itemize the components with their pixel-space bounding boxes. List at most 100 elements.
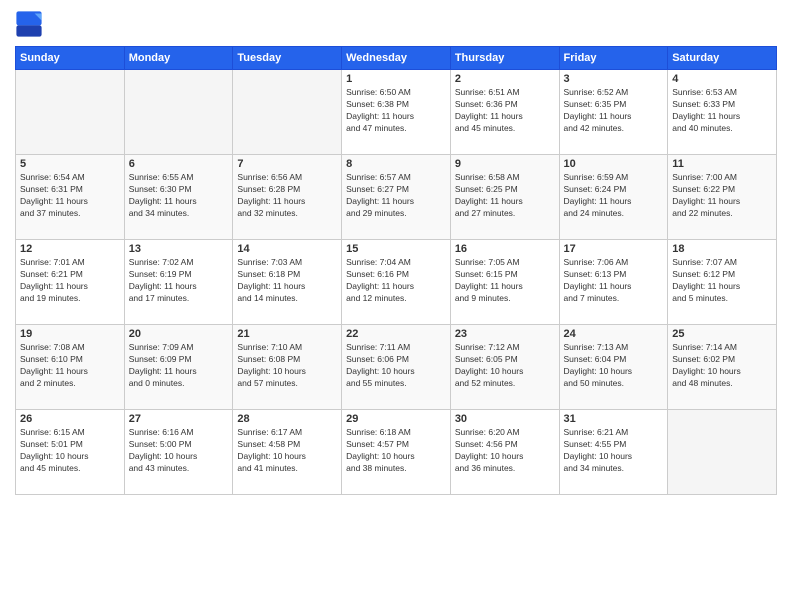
day-info: Sunrise: 6:58 AM Sunset: 6:25 PM Dayligh… <box>455 172 555 220</box>
calendar-cell: 18 Sunrise: 7:07 AM Sunset: 6:12 PM Dayli… <box>668 240 777 325</box>
calendar-cell: 1Sunrise: 6:50 AM Sunset: 6:38 PM Daylig… <box>342 70 451 155</box>
day-number: 6 <box>129 158 229 170</box>
day-number: 3 <box>564 73 664 85</box>
day-info: Sunrise: 6:21 AM Sunset: 4:55 PM Dayligh… <box>564 427 664 475</box>
calendar-cell: 20 Sunrise: 7:09 AM Sunset: 6:09 PM Dayli… <box>124 325 233 410</box>
weekday-header-saturday: Saturday <box>668 47 777 70</box>
calendar-table: SundayMondayTuesdayWednesdayThursdayFrid… <box>15 46 777 495</box>
calendar-cell <box>668 410 777 495</box>
day-info: Sunrise: 6:16 AM Sunset: 5:00 PM Dayligh… <box>129 427 229 475</box>
logo-icon <box>15 10 43 38</box>
day-number: 28 <box>237 413 337 425</box>
calendar-cell: 6Sunrise: 6:55 AM Sunset: 6:30 PM Daylig… <box>124 155 233 240</box>
day-info: Sunrise: 7:07 AM Sunset: 6:12 PM Dayligh… <box>672 257 772 305</box>
day-number: 2 <box>455 73 555 85</box>
day-number: 20 <box>129 328 229 340</box>
calendar-cell: 4Sunrise: 6:53 AM Sunset: 6:33 PM Daylig… <box>668 70 777 155</box>
logo <box>15 10 47 38</box>
day-number: 17 <box>564 243 664 255</box>
day-number: 8 <box>346 158 446 170</box>
day-number: 1 <box>346 73 446 85</box>
calendar-cell: 24 Sunrise: 7:13 AM Sunset: 6:04 PM Dayli… <box>559 325 668 410</box>
day-info: Sunrise: 6:18 AM Sunset: 4:57 PM Dayligh… <box>346 427 446 475</box>
calendar-cell: 10 Sunrise: 6:59 AM Sunset: 6:24 PM Dayli… <box>559 155 668 240</box>
day-info: Sunrise: 7:09 AM Sunset: 6:09 PM Dayligh… <box>129 342 229 390</box>
day-info: Sunrise: 7:14 AM Sunset: 6:02 PM Dayligh… <box>672 342 772 390</box>
weekday-header-sunday: Sunday <box>16 47 125 70</box>
day-info: Sunrise: 6:52 AM Sunset: 6:35 PM Dayligh… <box>564 87 664 135</box>
calendar-week-3: 19 Sunrise: 7:08 AM Sunset: 6:10 PM Dayli… <box>16 325 777 410</box>
calendar-cell: 9Sunrise: 6:58 AM Sunset: 6:25 PM Daylig… <box>450 155 559 240</box>
day-info: Sunrise: 7:10 AM Sunset: 6:08 PM Dayligh… <box>237 342 337 390</box>
calendar-cell: 2Sunrise: 6:51 AM Sunset: 6:36 PM Daylig… <box>450 70 559 155</box>
calendar-cell: 11 Sunrise: 7:00 AM Sunset: 6:22 PM Dayli… <box>668 155 777 240</box>
day-info: Sunrise: 7:02 AM Sunset: 6:19 PM Dayligh… <box>129 257 229 305</box>
day-info: Sunrise: 7:12 AM Sunset: 6:05 PM Dayligh… <box>455 342 555 390</box>
day-number: 31 <box>564 413 664 425</box>
calendar-cell: 21Sunrise: 7:10 AM Sunset: 6:08 PM Dayli… <box>233 325 342 410</box>
day-number: 19 <box>20 328 120 340</box>
day-number: 15 <box>346 243 446 255</box>
day-info: Sunrise: 7:03 AM Sunset: 6:18 PM Dayligh… <box>237 257 337 305</box>
day-number: 22 <box>346 328 446 340</box>
day-info: Sunrise: 6:20 AM Sunset: 4:56 PM Dayligh… <box>455 427 555 475</box>
calendar-cell: 16 Sunrise: 7:05 AM Sunset: 6:15 PM Dayli… <box>450 240 559 325</box>
calendar-cell: 3 Sunrise: 6:52 AM Sunset: 6:35 PM Daylig… <box>559 70 668 155</box>
day-number: 29 <box>346 413 446 425</box>
calendar-cell: 13 Sunrise: 7:02 AM Sunset: 6:19 PM Dayli… <box>124 240 233 325</box>
calendar-week-4: 26Sunrise: 6:15 AM Sunset: 5:01 PM Dayli… <box>16 410 777 495</box>
day-info: Sunrise: 6:57 AM Sunset: 6:27 PM Dayligh… <box>346 172 446 220</box>
day-number: 30 <box>455 413 555 425</box>
day-info: Sunrise: 6:54 AM Sunset: 6:31 PM Dayligh… <box>20 172 120 220</box>
calendar-cell: 7 Sunrise: 6:56 AM Sunset: 6:28 PM Daylig… <box>233 155 342 240</box>
page-container: SundayMondayTuesdayWednesdayThursdayFrid… <box>0 0 792 612</box>
day-number: 26 <box>20 413 120 425</box>
day-number: 23 <box>455 328 555 340</box>
day-info: Sunrise: 6:56 AM Sunset: 6:28 PM Dayligh… <box>237 172 337 220</box>
weekday-header-friday: Friday <box>559 47 668 70</box>
day-number: 10 <box>564 158 664 170</box>
calendar-cell: 15 Sunrise: 7:04 AM Sunset: 6:16 PM Dayli… <box>342 240 451 325</box>
calendar-week-2: 12 Sunrise: 7:01 AM Sunset: 6:21 PM Dayli… <box>16 240 777 325</box>
calendar-cell: 19 Sunrise: 7:08 AM Sunset: 6:10 PM Dayli… <box>16 325 125 410</box>
weekday-header-monday: Monday <box>124 47 233 70</box>
calendar-cell: 28 Sunrise: 6:17 AM Sunset: 4:58 PM Dayli… <box>233 410 342 495</box>
day-number: 27 <box>129 413 229 425</box>
header <box>15 10 777 38</box>
calendar-cell: 22 Sunrise: 7:11 AM Sunset: 6:06 PM Dayli… <box>342 325 451 410</box>
day-info: Sunrise: 7:05 AM Sunset: 6:15 PM Dayligh… <box>455 257 555 305</box>
day-info: Sunrise: 7:13 AM Sunset: 6:04 PM Dayligh… <box>564 342 664 390</box>
day-number: 13 <box>129 243 229 255</box>
calendar-cell: 27 Sunrise: 6:16 AM Sunset: 5:00 PM Dayli… <box>124 410 233 495</box>
day-number: 25 <box>672 328 772 340</box>
day-number: 24 <box>564 328 664 340</box>
calendar-cell: 26Sunrise: 6:15 AM Sunset: 5:01 PM Dayli… <box>16 410 125 495</box>
calendar-week-1: 5 Sunrise: 6:54 AM Sunset: 6:31 PM Daylig… <box>16 155 777 240</box>
day-number: 7 <box>237 158 337 170</box>
day-info: Sunrise: 7:06 AM Sunset: 6:13 PM Dayligh… <box>564 257 664 305</box>
weekday-header-wednesday: Wednesday <box>342 47 451 70</box>
calendar-cell: 8 Sunrise: 6:57 AM Sunset: 6:27 PM Daylig… <box>342 155 451 240</box>
day-info: Sunrise: 6:17 AM Sunset: 4:58 PM Dayligh… <box>237 427 337 475</box>
day-number: 5 <box>20 158 120 170</box>
day-info: Sunrise: 6:59 AM Sunset: 6:24 PM Dayligh… <box>564 172 664 220</box>
calendar-cell: 17 Sunrise: 7:06 AM Sunset: 6:13 PM Dayli… <box>559 240 668 325</box>
calendar-cell: 14Sunrise: 7:03 AM Sunset: 6:18 PM Dayli… <box>233 240 342 325</box>
calendar-cell: 29 Sunrise: 6:18 AM Sunset: 4:57 PM Dayli… <box>342 410 451 495</box>
day-info: Sunrise: 7:08 AM Sunset: 6:10 PM Dayligh… <box>20 342 120 390</box>
day-number: 11 <box>672 158 772 170</box>
day-info: Sunrise: 7:04 AM Sunset: 6:16 PM Dayligh… <box>346 257 446 305</box>
weekday-header-tuesday: Tuesday <box>233 47 342 70</box>
day-info: Sunrise: 7:00 AM Sunset: 6:22 PM Dayligh… <box>672 172 772 220</box>
day-info: Sunrise: 7:11 AM Sunset: 6:06 PM Dayligh… <box>346 342 446 390</box>
calendar-cell: 25 Sunrise: 7:14 AM Sunset: 6:02 PM Dayli… <box>668 325 777 410</box>
calendar-cell <box>16 70 125 155</box>
calendar-cell: 30 Sunrise: 6:20 AM Sunset: 4:56 PM Dayli… <box>450 410 559 495</box>
calendar-cell: 23 Sunrise: 7:12 AM Sunset: 6:05 PM Dayli… <box>450 325 559 410</box>
day-number: 4 <box>672 73 772 85</box>
day-number: 16 <box>455 243 555 255</box>
day-number: 18 <box>672 243 772 255</box>
day-info: Sunrise: 7:01 AM Sunset: 6:21 PM Dayligh… <box>20 257 120 305</box>
day-number: 12 <box>20 243 120 255</box>
calendar-cell: 31 Sunrise: 6:21 AM Sunset: 4:55 PM Dayli… <box>559 410 668 495</box>
